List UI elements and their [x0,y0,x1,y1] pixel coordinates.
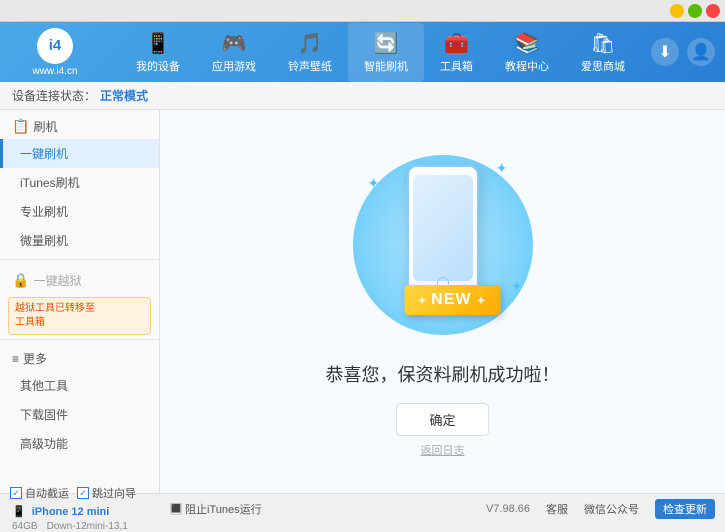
bottom-right: V7.98.66 客服 微信公众号 检查更新 [486,499,715,519]
close-button[interactable] [706,4,720,18]
version-label: V7.98.66 [486,503,530,515]
sidebar-item-download-firmware[interactable]: 下载固件 [0,400,159,429]
sidebar-item-other-tools[interactable]: 其他工具 [0,371,159,400]
confirm-button[interactable]: 确定 [396,403,488,436]
status-bar: 设备连接状态： 正常模式 [0,82,725,110]
sidebar-section-more: ≡ 更多 [0,344,159,371]
sidebar-section-jailbreak: 🔒 一键越狱 [0,264,159,293]
phone-screen [413,175,473,281]
nav-toolbox[interactable]: 🧰 工具箱 [424,23,489,82]
nav-apps-games[interactable]: 🎮 应用游戏 [196,23,272,82]
jailbreak-notice: 越狱工具已转移至工具箱 [8,297,151,335]
wechat-link[interactable]: 微信公众号 [584,501,639,517]
bottom-checkboxes: ✓ 自动截运 ✓ 跳过向导 [10,485,170,501]
sparkle-1: ✦ [368,175,380,192]
stop-itunes-label[interactable]: 阻止iTunes运行 [185,501,262,517]
auto-backup-checkbox[interactable]: ✓ 自动截运 [10,485,69,501]
title-bar [0,0,725,22]
update-button[interactable]: 检查更新 [655,499,715,519]
minimize-button[interactable] [670,4,684,18]
sidebar-item-pro-flash[interactable]: 专业刷机 [0,197,159,226]
nav-my-device[interactable]: 📱 我的设备 [120,23,196,82]
flash-section-icon: 📋 [12,118,29,135]
nav-toolbox-icon: 🧰 [444,31,469,56]
sparkle-2: ✦ [496,160,508,177]
new-badge: NEW [404,285,500,315]
content-area: NEW ✦ ✦ ✦ 恭喜您，保资料刷机成功啦！ 确定 返回日志 [160,110,725,493]
nav-i4-store-icon: 🛍 [590,31,615,56]
nav-my-device-icon: 📱 [146,31,171,56]
sidebar-item-micro-flash[interactable]: 微量刷机 [0,226,159,255]
header: i4 www.i4.cn 📱 我的设备 🎮 应用游戏 🎵 铃声壁纸 🔄 智能刷机… [0,22,725,82]
nav-ringtones-icon: 🎵 [298,31,323,56]
bottom-left: ✓ 自动截运 ✓ 跳过向导 📱 iPhone 12 mini 64GB Down… [10,485,170,532]
maximize-button[interactable] [688,4,702,18]
sidebar-item-advanced[interactable]: 高级功能 [0,429,159,458]
phone-body [407,165,479,295]
device-name: iPhone 12 mini [30,506,110,518]
stop-itunes-control: ⬛ 阻止iTunes运行 [170,501,478,517]
bottom-center: ⬛ 阻止iTunes运行 [170,501,486,517]
status-label: 设备连接状态： [12,87,96,104]
service-link[interactable]: 客服 [546,501,568,517]
download-button[interactable]: ⬇ [651,38,679,66]
nav-apps-games-icon: 🎮 [222,31,247,56]
nav-i4-store[interactable]: 🛍 爱思商城 [565,23,641,82]
nav-bar: 📱 我的设备 🎮 应用游戏 🎵 铃声壁纸 🔄 智能刷机 🧰 工具箱 📚 教程中心… [110,23,651,82]
sidebar-section-flash: 📋 刷机 [0,110,159,139]
device-details: 64GB Down-12mini-13,1 [10,520,170,532]
sidebar-item-onekey-flash[interactable]: 一键刷机 [0,139,159,168]
sidebar-divider-1 [0,259,159,260]
nav-tutorials[interactable]: 📚 教程中心 [489,23,565,82]
skip-wizard-check-icon: ✓ [77,487,89,499]
phone-illustration: NEW ✦ ✦ ✦ [343,145,543,345]
bottom-bar: ✓ 自动截运 ✓ 跳过向导 📱 iPhone 12 mini 64GB Down… [0,493,725,523]
more-icon: ≡ [12,352,19,366]
success-message: 恭喜您，保资料刷机成功啦！ [326,361,560,387]
nav-tutorials-icon: 📚 [515,31,540,56]
logo-area: i4 www.i4.cn [10,28,100,77]
auto-backup-check-icon: ✓ [10,487,22,499]
device-icon: 📱 [12,505,26,518]
main-layout: 📋 刷机 一键刷机 iTunes刷机 专业刷机 微量刷机 🔒 一键越狱 越狱工具… [0,110,725,493]
sidebar-item-itunes-flash[interactable]: iTunes刷机 [0,168,159,197]
nav-right-actions: ⬇ 👤 [651,38,715,66]
lock-icon: 🔒 [12,272,29,289]
nav-smart-flash[interactable]: 🔄 智能刷机 [348,23,424,82]
stop-itunes-icon: ⬛ [170,503,182,515]
sidebar-divider-2 [0,339,159,340]
status-value: 正常模式 [100,87,148,104]
skip-wizard-checkbox[interactable]: ✓ 跳过向导 [77,485,136,501]
logo-subtitle: www.i4.cn [32,66,77,77]
logo-icon: i4 [37,28,73,64]
back-home-link[interactable]: 返回日志 [421,442,465,458]
sparkle-3: ✦ [511,278,523,295]
user-button[interactable]: 👤 [687,38,715,66]
nav-smart-flash-icon: 🔄 [374,31,399,56]
nav-ringtones[interactable]: 🎵 铃声壁纸 [272,23,348,82]
sidebar: 📋 刷机 一键刷机 iTunes刷机 专业刷机 微量刷机 🔒 一键越狱 越狱工具… [0,110,160,493]
